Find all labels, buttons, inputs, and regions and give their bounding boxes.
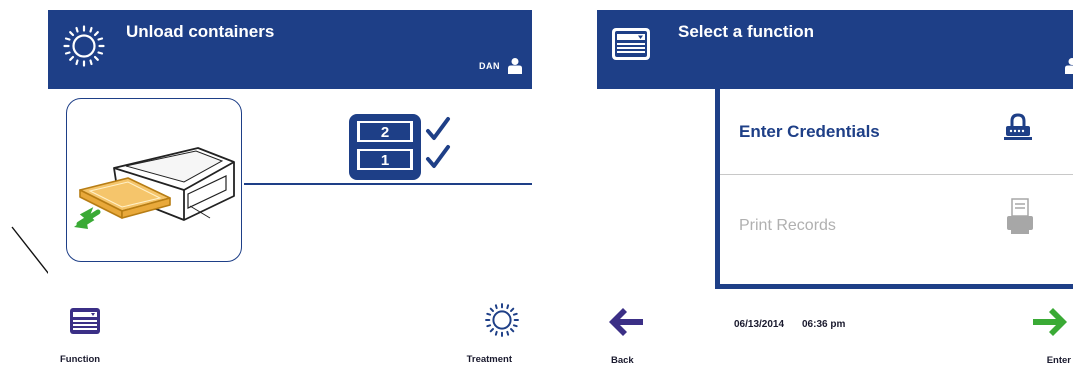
instrument-panel	[66, 98, 242, 262]
header-bar: Select a function	[597, 10, 1073, 89]
menu-item-print-records[interactable]: Print Records	[720, 175, 1073, 284]
header-bar: Unload containers DAN	[48, 10, 532, 89]
current-time: 06:36 pm	[802, 319, 846, 330]
treatment-button[interactable]: Treatment	[446, 302, 526, 368]
treatment-sun-icon	[485, 303, 519, 337]
menu-item-enter-credentials[interactable]: Enter Credentials	[720, 89, 1073, 174]
page-title: Unload containers	[126, 22, 275, 41]
select-function-screen: Select a function Enter Credentials Prin…	[597, 10, 1073, 369]
rack-top-number: 2	[381, 124, 389, 141]
back-arrow-icon	[609, 308, 643, 336]
current-date: 06/13/2014	[734, 319, 785, 330]
function-menu-icon	[612, 28, 650, 60]
user-icon	[508, 58, 522, 74]
rack-status-icon: 2 1	[349, 114, 450, 180]
treatment-label: Treatment	[466, 354, 512, 365]
check-icon-top	[426, 117, 450, 140]
page-title: Select a function	[678, 22, 815, 41]
rack-bottom-number: 1	[381, 152, 389, 169]
back-button[interactable]: Back	[609, 302, 659, 369]
check-icon-bottom	[426, 145, 450, 168]
user-name: DAN	[479, 61, 500, 71]
function-menu-icon	[70, 308, 100, 334]
unload-containers-screen: Unload containers DAN 2 1 Function Treat…	[48, 10, 532, 369]
enter-button[interactable]: Enter	[1017, 302, 1073, 369]
enter-label: Enter	[1046, 355, 1071, 366]
printer-icon	[1007, 198, 1033, 234]
back-label: Back	[611, 355, 634, 366]
menu-item-label: Enter Credentials	[739, 122, 880, 141]
function-label: Function	[60, 354, 101, 365]
enter-arrow-icon	[1033, 308, 1067, 336]
function-menu-panel: Enter Credentials Print Records	[715, 89, 1073, 289]
connector-line	[244, 183, 532, 185]
instrument-drawer-illustration	[73, 146, 235, 229]
function-button[interactable]: Function	[60, 308, 110, 368]
menu-item-label: Print Records	[739, 217, 836, 234]
user-indicator[interactable]: DAN	[479, 57, 524, 75]
treatment-sun-icon	[63, 25, 105, 67]
lock-icon	[1004, 113, 1032, 140]
user-icon[interactable]	[1063, 57, 1073, 75]
